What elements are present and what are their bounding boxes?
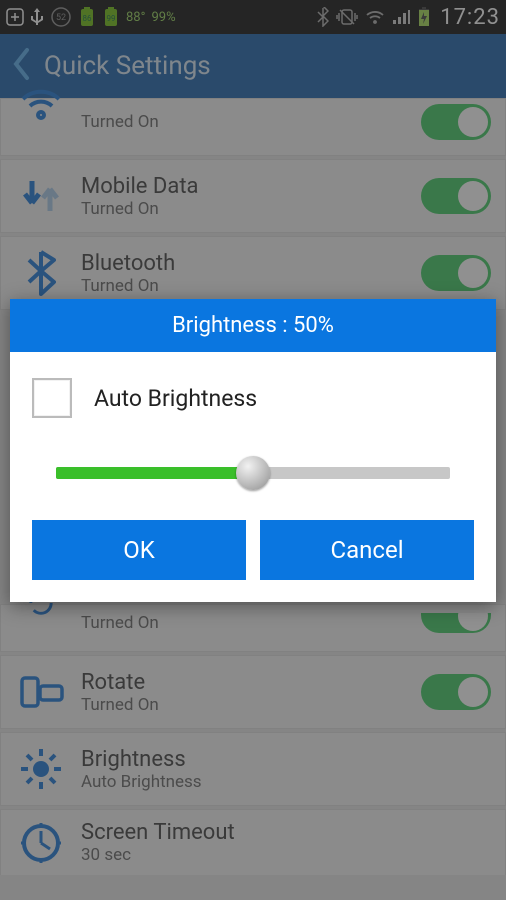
auto-brightness-checkbox[interactable] bbox=[32, 378, 72, 418]
slider-fill bbox=[56, 467, 253, 479]
dialog-title: Brightness : 50% bbox=[10, 299, 496, 352]
auto-brightness-label: Auto Brightness bbox=[94, 385, 257, 412]
slider-thumb[interactable] bbox=[236, 456, 270, 490]
brightness-slider[interactable] bbox=[56, 456, 450, 490]
ok-button[interactable]: OK bbox=[32, 520, 246, 580]
cancel-button[interactable]: Cancel bbox=[260, 520, 474, 580]
brightness-dialog: Brightness : 50% Auto Brightness OK Canc… bbox=[10, 299, 496, 602]
